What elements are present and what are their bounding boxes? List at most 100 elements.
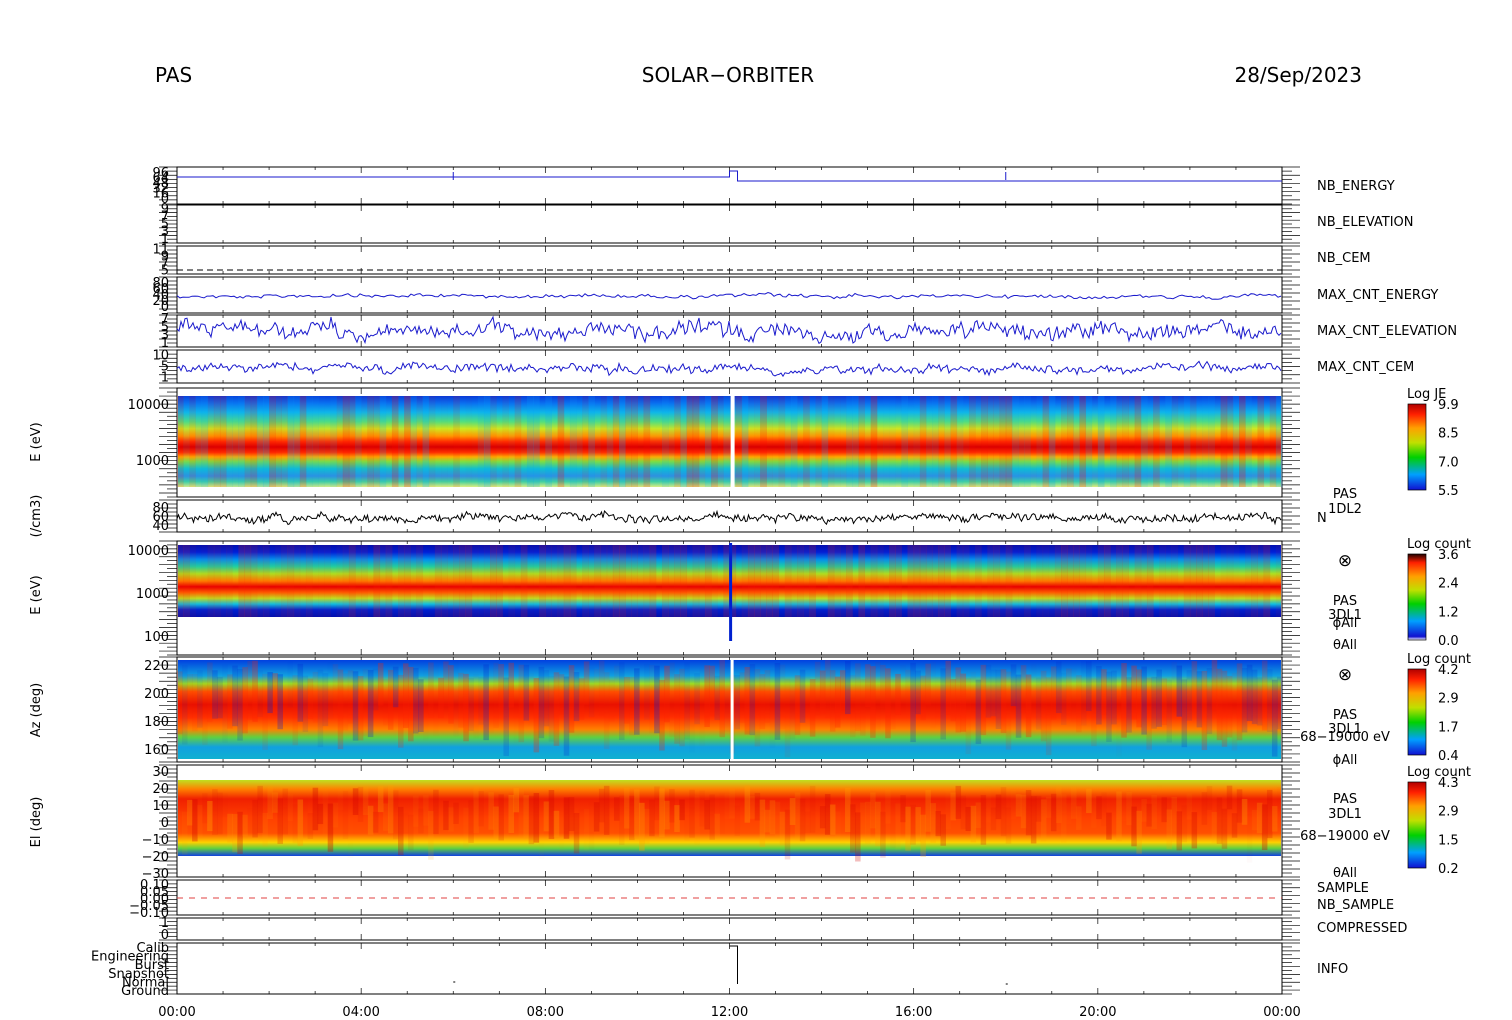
ec-stripe: [1220, 545, 1228, 617]
el-stripe: [784, 809, 791, 860]
ec-stripe: [410, 545, 417, 617]
az-stripe: [704, 665, 710, 728]
az-stripe: [1096, 666, 1102, 725]
el-stripe: [1061, 794, 1067, 843]
el-stripe: [1236, 789, 1243, 823]
ec-stripe: [1245, 545, 1252, 617]
je-spectrogram-stripe: [1079, 396, 1087, 487]
je-spectrogram-stripe: [373, 396, 381, 487]
je-spectrogram-stripe: [441, 396, 448, 487]
az-stripe: [288, 662, 294, 708]
je-spectrogram-stripe: [404, 396, 411, 487]
panel-stack: 96644832160NB_ENERGY97531NB_ELEVATION119…: [29, 166, 1471, 999]
je-spectrogram-stripe: [1159, 396, 1166, 487]
az-stripe: [920, 675, 926, 721]
je-spectrogram-stripe: [668, 396, 675, 487]
el-stripe: [649, 799, 655, 837]
az-stripe: [1015, 674, 1022, 738]
el-stripe: [518, 790, 525, 837]
ec-stripe: [649, 545, 657, 617]
el-stripe: [1241, 798, 1248, 825]
je-spectrogram-stripe: [250, 396, 258, 487]
el-stripe: [613, 797, 620, 821]
az-stripe: [829, 670, 836, 732]
el-ytick: 20: [152, 782, 169, 797]
az-stripe: [1241, 667, 1248, 733]
je-spectrogram-stripe: [177, 396, 184, 487]
el-stripe: [809, 785, 816, 833]
az-stripe: [328, 662, 334, 719]
ec-stripe: [735, 545, 743, 617]
el-stripe: [960, 795, 967, 830]
je-colorbar: [1407, 403, 1427, 491]
je-spectrogram-stripe: [582, 396, 589, 487]
az-stripe: [925, 663, 931, 706]
el-stripe: [1086, 788, 1092, 814]
ec-colorbar-tick: 3.6: [1438, 548, 1459, 563]
ec-stripe: [539, 545, 546, 617]
je-spectrogram-stripe: [514, 396, 522, 487]
az-stripe: [377, 662, 384, 706]
ec-stripe: [680, 545, 688, 617]
je-spectrogram-stripe: [183, 396, 190, 487]
je-spectrogram-stripe: [968, 396, 976, 487]
az-stripe: [824, 660, 831, 719]
ec-stripe: [747, 545, 755, 617]
az-stripe: [538, 666, 545, 739]
sample-label: SAMPLE: [1317, 881, 1369, 896]
el-stripe: [1131, 806, 1137, 847]
ec-stripe: [459, 545, 467, 617]
az-stripe: [900, 665, 906, 716]
je-spectrogram-stripe: [815, 396, 823, 487]
ec-stripe: [692, 545, 700, 617]
ec-stripe: [526, 545, 534, 617]
je-spectrogram-stripe: [1073, 396, 1080, 487]
je-spectrogram-stripe: [1048, 396, 1056, 487]
ec-stripe: [889, 545, 896, 617]
el-stripe: [332, 802, 339, 828]
je-spectrogram-stripe: [625, 396, 632, 487]
az-stripe: [1031, 664, 1037, 719]
el-stripe: [1251, 809, 1258, 831]
time-tick-label: 20:00: [1079, 1005, 1116, 1020]
je-spectrogram-stripe: [944, 396, 951, 487]
je-spectrogram-stripe: [932, 396, 939, 487]
el-stripe: [734, 805, 741, 837]
el-stripe: [392, 790, 399, 840]
az-stripe: [1231, 672, 1238, 751]
je-spectrogram-stripe: [526, 396, 534, 487]
el-stripe: [1081, 788, 1087, 816]
el-stripe: [418, 808, 424, 834]
el-stripe: [212, 789, 218, 835]
el-stripe: [237, 811, 243, 854]
je-spectrogram-stripe: [1146, 396, 1154, 487]
ec-stripe: [318, 545, 325, 617]
je-spectrogram-stripe: [238, 396, 246, 487]
je-spectrogram-stripe: [748, 396, 755, 487]
je-spectrogram-stripe: [545, 396, 552, 487]
je-spectrogram-stripe: [588, 396, 595, 487]
el-side-label: θAll: [1333, 866, 1357, 881]
el-stripe: [348, 810, 354, 858]
el-stripe: [468, 800, 474, 843]
je-spectrogram-stripe: [299, 396, 307, 487]
je-spectrogram-stripe: [594, 396, 602, 487]
el-stripe: [1005, 807, 1012, 844]
je-spectrogram-stripe: [606, 396, 614, 487]
az-stripe: [392, 666, 399, 708]
je-spectrogram-stripe: [563, 396, 571, 487]
ec-stripe: [244, 545, 252, 617]
el-stripe: [1266, 789, 1273, 839]
ec-stripe: [711, 545, 718, 617]
ec-stripe: [201, 545, 209, 617]
ec-stripe: [416, 545, 424, 617]
el-stripe: [448, 807, 454, 832]
az-stripe: [1040, 670, 1047, 742]
az-stripe: [669, 662, 675, 737]
el-stripe: [930, 803, 936, 843]
el-stripe: [242, 814, 248, 837]
je-colorbar-tick: 7.0: [1438, 455, 1459, 470]
je-spectrogram-stripe: [821, 396, 829, 487]
el-stripe: [1186, 793, 1193, 820]
az-stripe: [1061, 672, 1067, 725]
